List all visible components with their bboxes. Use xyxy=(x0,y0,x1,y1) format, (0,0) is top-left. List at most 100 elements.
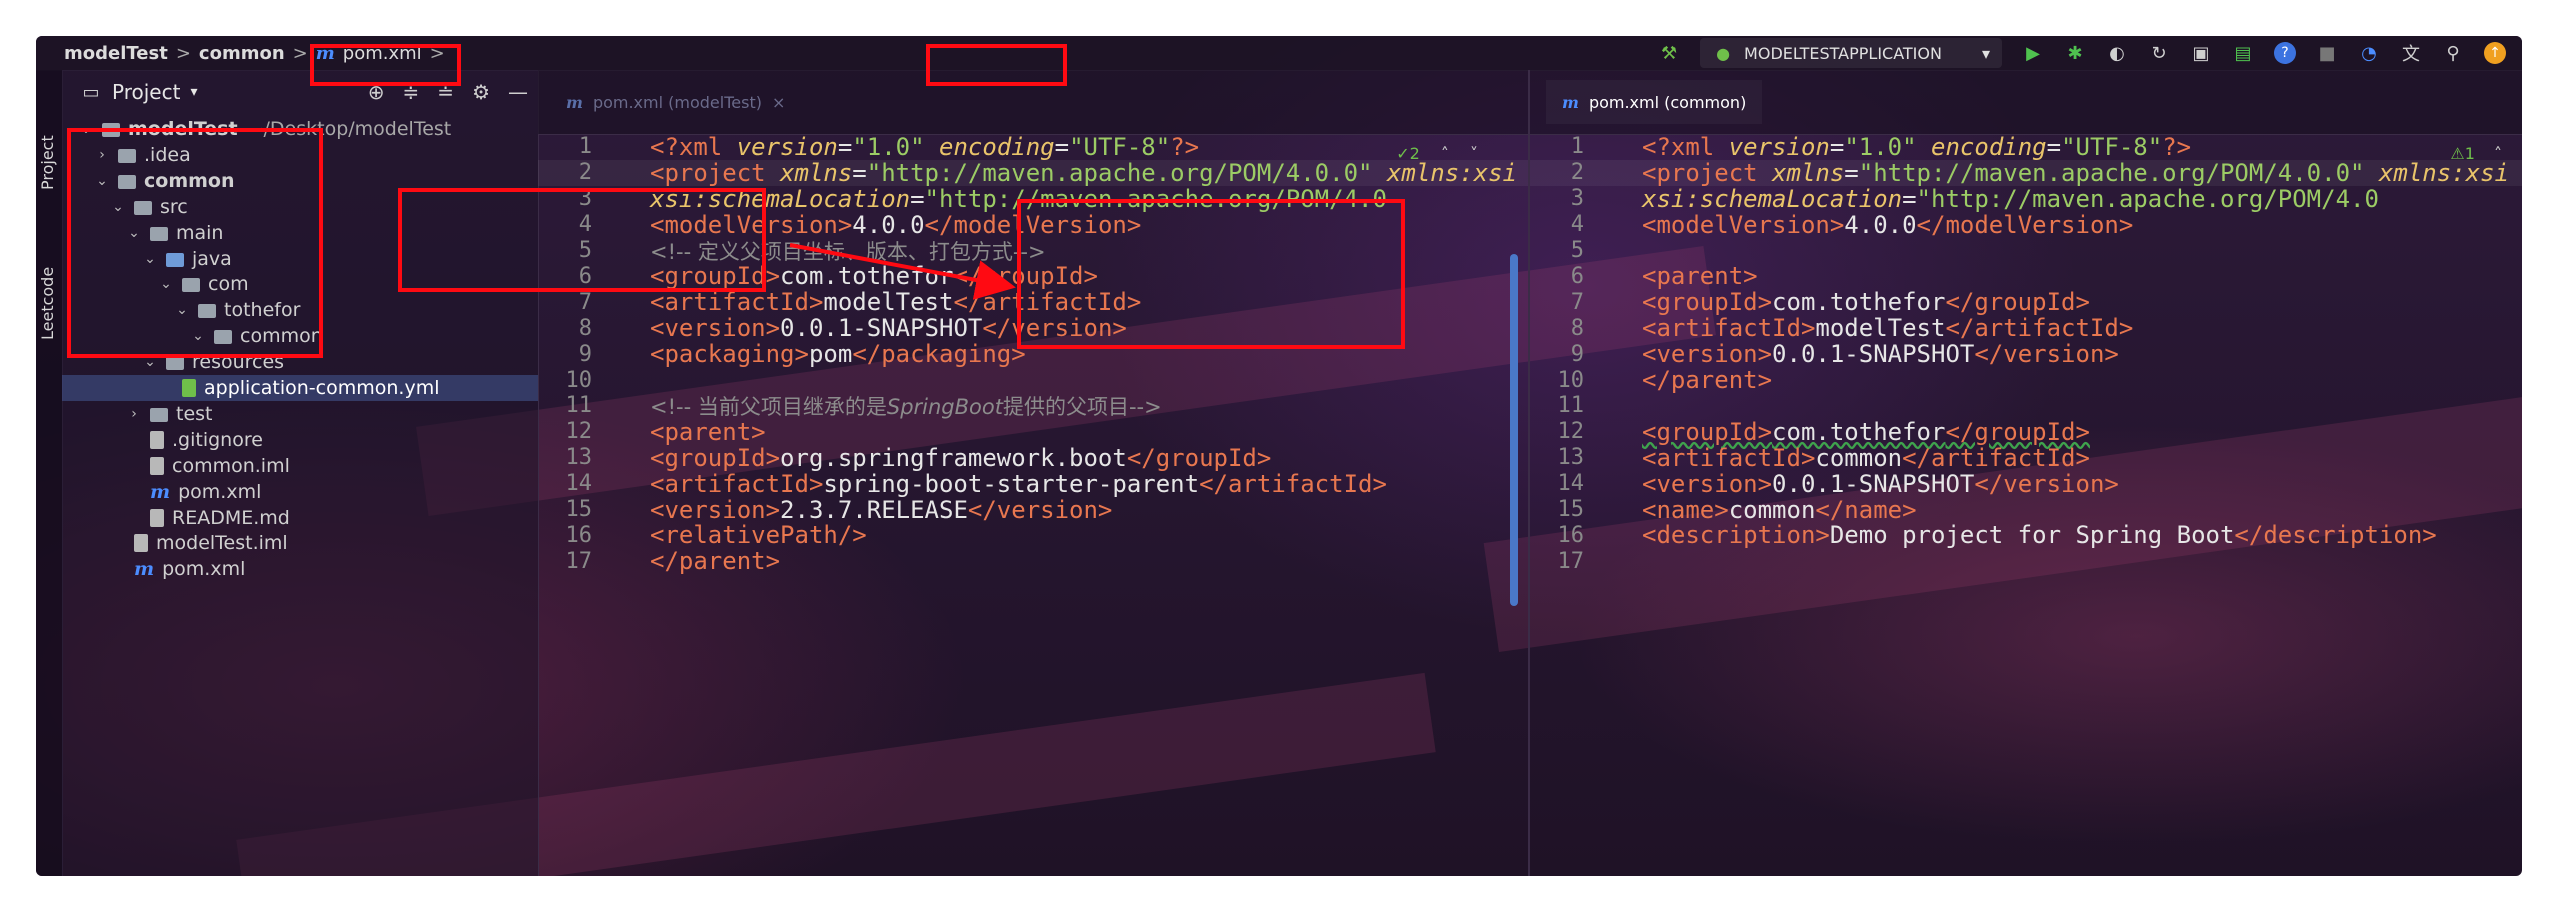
gear-icon[interactable]: ⚙ xyxy=(472,80,490,104)
project-tree-item-label: README.md xyxy=(172,506,290,529)
code-line[interactable]: 16 <description>Demo project for Spring … xyxy=(1530,521,2522,549)
code-content: <project xmlns="http://maven.apache.org/… xyxy=(650,158,1517,187)
code-line[interactable]: 17 xyxy=(1530,548,2522,574)
project-tree-item[interactable]: modelTest.iml xyxy=(62,530,538,556)
code-line[interactable]: 11 xyxy=(1530,393,2522,419)
line-number: 17 xyxy=(565,548,593,574)
build-icon[interactable]: ▣ xyxy=(2190,42,2212,64)
code-line[interactable]: 15 <version>2.3.7.RELEASE</version> xyxy=(538,496,1528,524)
code-line[interactable]: 4 <modelVersion>4.0.0</modelVersion> xyxy=(1530,211,2522,239)
file-icon xyxy=(150,456,164,475)
project-tool-tab[interactable]: Project xyxy=(38,135,57,190)
code-line[interactable]: 12 <groupId>com.tothefor</groupId> xyxy=(1530,417,2522,446)
line-number: 8 xyxy=(1570,315,1584,341)
maven-file-icon: m xyxy=(1562,92,1579,112)
chevron-down-icon[interactable]: ▾ xyxy=(190,84,197,100)
update-icon[interactable]: ↑ xyxy=(2484,42,2506,64)
inspection-widget[interactable]: ⚠1 ˄ xyxy=(2450,144,2502,163)
maven-file-icon: m xyxy=(134,558,155,581)
code-line[interactable]: 11 <!-- 当前父项目继承的是SpringBoot提供的父项目--> xyxy=(538,393,1528,419)
line-number: 12 xyxy=(1557,419,1585,445)
close-icon[interactable]: × xyxy=(772,93,785,112)
chevron-up-icon[interactable]: ˄ xyxy=(2494,144,2502,163)
code-content: <relativePath/> xyxy=(650,521,867,550)
line-number: 13 xyxy=(565,445,593,471)
hide-icon[interactable]: — xyxy=(508,80,528,104)
project-panel-title[interactable]: Project xyxy=(112,80,180,104)
project-tree-item[interactable]: m pom.xml xyxy=(62,479,538,505)
project-tree-item-label: test xyxy=(176,402,213,425)
code-line[interactable]: 6 <parent> xyxy=(1530,262,2522,291)
tab-pom-common[interactable]: m pom.xml (common) xyxy=(1546,80,1763,124)
right-code-area[interactable]: 1 <?xml version="1.0" encoding="UTF-8"?> 2… xyxy=(1530,133,2522,876)
tab-pom-modeltest[interactable]: m pom.xml (modelTest) × xyxy=(550,80,801,124)
project-tree-item-label: pom.xml xyxy=(162,558,246,581)
annotation-box-left-tab xyxy=(310,44,461,86)
layout-icon[interactable]: ▤ xyxy=(2232,42,2254,64)
run-icon[interactable]: ▶ xyxy=(2022,42,2044,64)
line-number: 10 xyxy=(1557,367,1585,393)
code-line[interactable]: 17 </parent> xyxy=(538,547,1528,575)
chevron-up-icon[interactable]: ˄ xyxy=(1441,144,1449,163)
code-line[interactable]: 13 <artifactId>common</artifactId> xyxy=(1530,444,2522,472)
stop-icon[interactable]: ■ xyxy=(2316,42,2338,64)
chevron-down-icon[interactable]: ˅ xyxy=(1470,144,1478,163)
code-content: <version>0.0.1-SNAPSHOT</version> xyxy=(1642,469,2119,498)
line-number: 16 xyxy=(565,522,593,548)
profile-icon[interactable]: ↻ xyxy=(2148,42,2170,64)
leetcode-tool-tab[interactable]: Leetcode xyxy=(38,267,57,340)
code-line[interactable]: 7 <groupId>com.tothefor</groupId> xyxy=(1530,288,2522,316)
code-line[interactable]: 1 <?xml version="1.0" encoding="UTF-8"?> xyxy=(538,132,1528,161)
code-content: <artifactId>modelTest</artifactId> xyxy=(1642,314,2134,343)
chevron-right-icon[interactable]: › xyxy=(124,406,144,422)
breadcrumb-item-project[interactable]: modelTest xyxy=(64,43,168,64)
code-line[interactable]: 2 <project xmlns="http://maven.apache.org… xyxy=(1530,158,2522,187)
code-content: <groupId>com.tothefor</groupId> xyxy=(1642,417,2090,446)
project-tree-item[interactable]: application-common.yml xyxy=(62,375,538,401)
translate-icon[interactable]: 文 xyxy=(2400,42,2422,65)
project-tree-item[interactable]: README.md xyxy=(62,505,538,531)
tool-window-strip: Project Leetcode xyxy=(36,70,63,876)
project-tree-item[interactable]: m pom.xml xyxy=(62,556,538,582)
debug-icon[interactable]: ✱ xyxy=(2064,42,2086,64)
tab-label: pom.xml (modelTest) xyxy=(592,92,762,112)
breadcrumb-item-module[interactable]: common xyxy=(199,43,285,64)
help-icon[interactable]: ? xyxy=(2274,42,2296,64)
code-line[interactable]: 14 <version>0.0.1-SNAPSHOT</version> xyxy=(1530,469,2522,498)
check-icon: ✓ xyxy=(1396,144,1410,163)
project-tree-item[interactable]: .gitignore xyxy=(62,427,538,453)
code-line[interactable]: 9 <version>0.0.1-SNAPSHOT</version> xyxy=(1530,340,2522,368)
code-line[interactable]: 3 xsi:schemaLocation="http://maven.apach… xyxy=(1530,185,2522,213)
code-line[interactable]: 15 <name>common</name> xyxy=(1530,496,2522,524)
coverage-icon[interactable]: ◐ xyxy=(2106,42,2128,64)
code-line[interactable]: 5 xyxy=(1530,238,2522,264)
code-line[interactable]: 16 <relativePath/> xyxy=(538,521,1528,550)
search-everywhere-icon[interactable]: ◔ xyxy=(2358,42,2380,64)
code-content: <?xml version="1.0" encoding="UTF-8"?> xyxy=(650,132,1200,161)
code-line[interactable]: 8 <artifactId>modelTest</artifactId> xyxy=(1530,314,2522,343)
run-config-icon: ● xyxy=(1716,43,1731,63)
run-configuration-selector[interactable]: ● MODELTESTAPPLICATION ▾ xyxy=(1700,38,2002,68)
annotation-box-common-module xyxy=(67,128,323,358)
code-content: <project xmlns="http://maven.apache.org/… xyxy=(1642,158,2509,187)
hammer-icon[interactable]: ⚒ xyxy=(1658,42,1680,64)
inspection-widget[interactable]: ✓2 ˄ ˅ xyxy=(1396,144,1478,163)
code-line[interactable]: 10 xyxy=(538,367,1528,393)
maven-file-icon: m xyxy=(566,92,583,112)
inspection-count: 1 xyxy=(2464,144,2475,163)
project-tree-item[interactable]: › test xyxy=(62,401,538,427)
code-line[interactable]: 12 <parent> xyxy=(538,418,1528,446)
code-content: <parent> xyxy=(1642,262,1758,291)
code-line[interactable]: 1 <?xml version="1.0" encoding="UTF-8"?> xyxy=(1530,133,2522,161)
code-line[interactable]: 13 <groupId>org.springframework.boot</gr… xyxy=(538,444,1528,472)
project-tree-item[interactable]: common.iml xyxy=(62,453,538,479)
line-number: 14 xyxy=(1557,471,1585,497)
run-configuration-label: MODELTESTAPPLICATION xyxy=(1744,43,1942,63)
code-line[interactable]: 2 <project xmlns="http://maven.apache.org… xyxy=(538,158,1528,187)
search-icon[interactable]: ⚲ xyxy=(2442,42,2464,64)
vertical-scrollbar[interactable] xyxy=(1510,254,1518,606)
code-line[interactable]: 10 </parent> xyxy=(1530,366,2522,394)
line-number: 14 xyxy=(565,471,593,497)
line-number: 9 xyxy=(578,341,592,367)
code-line[interactable]: 14 <artifactId>spring-boot-starter-paren… xyxy=(538,470,1528,498)
